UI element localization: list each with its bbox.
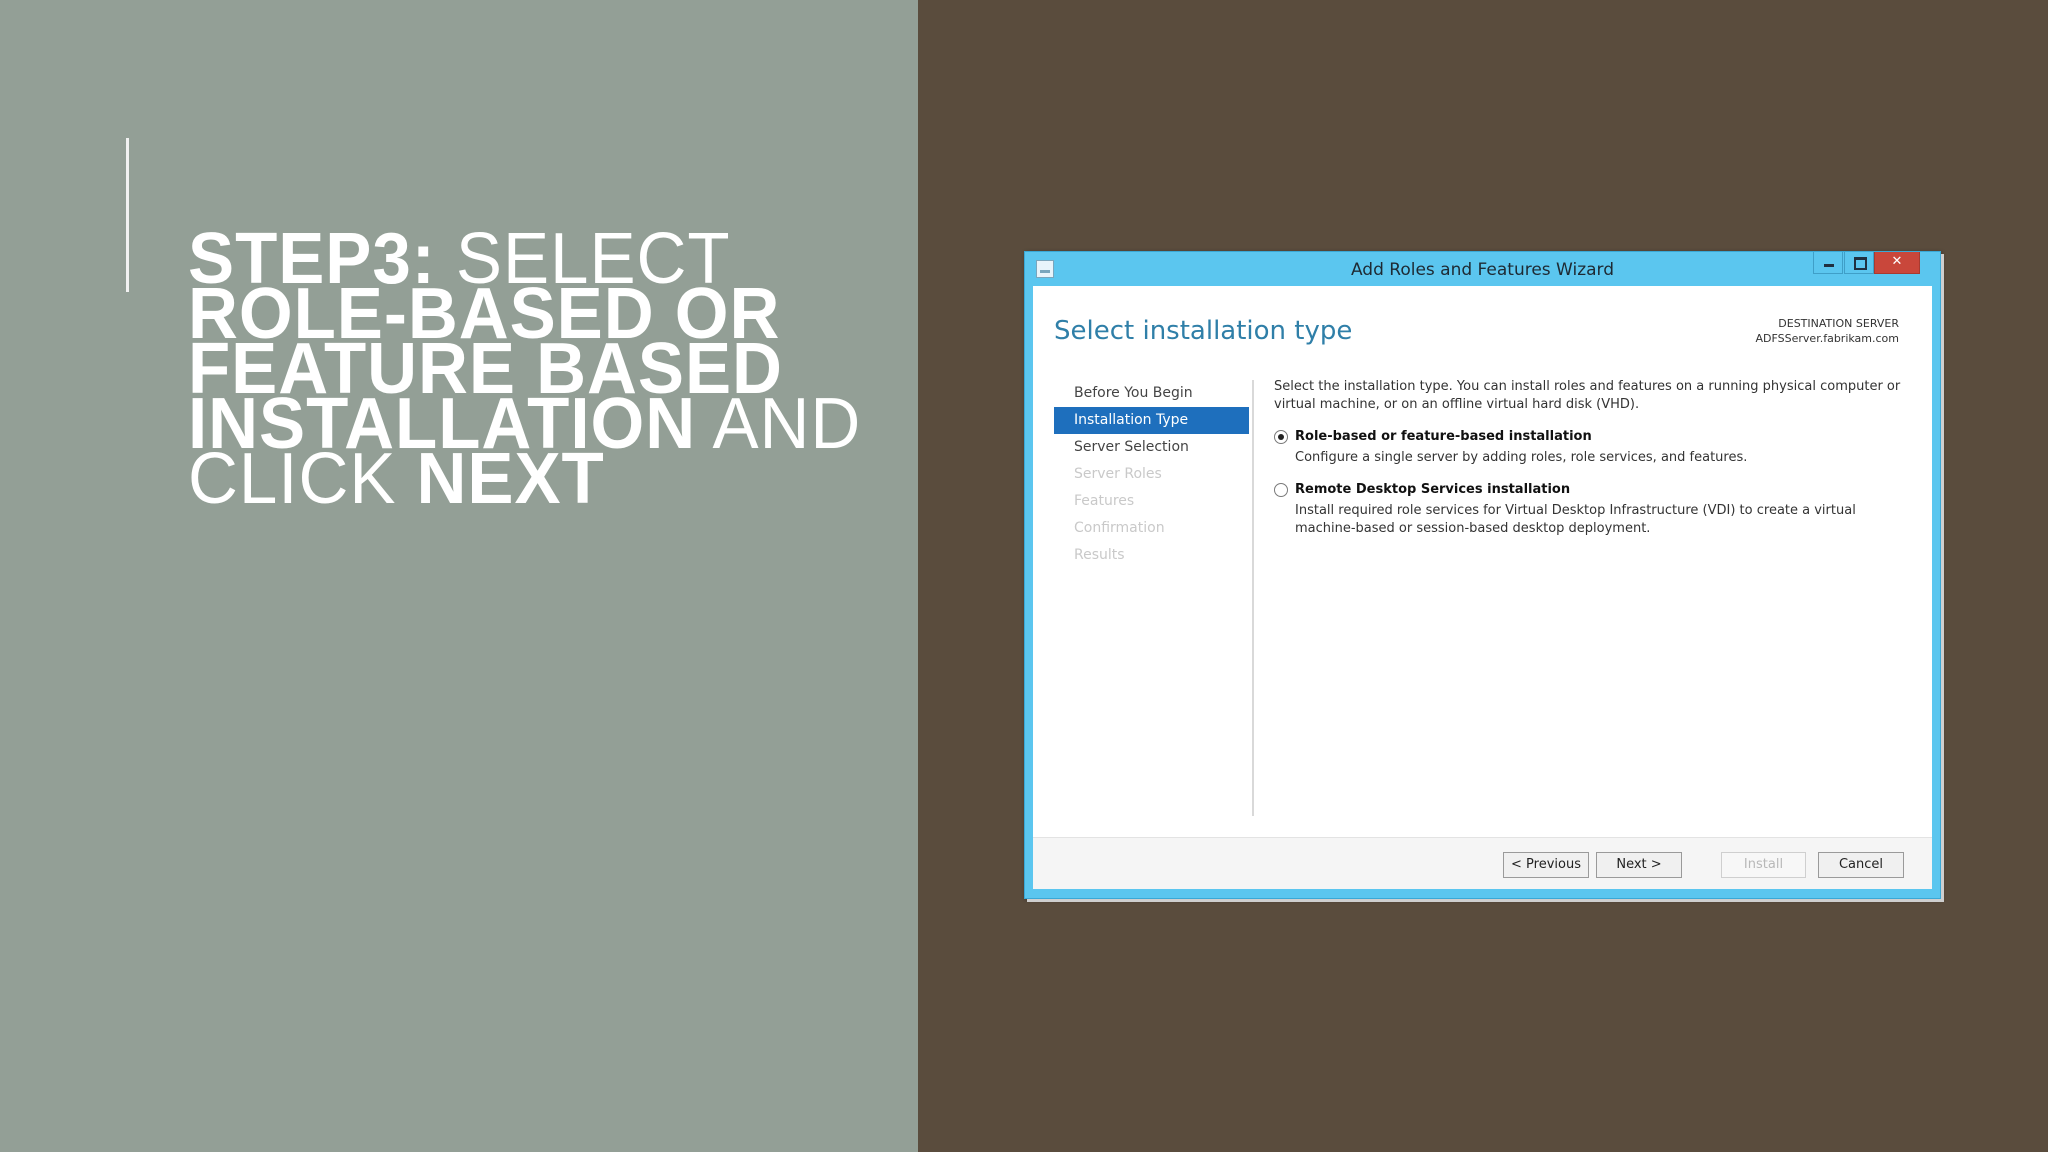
wizard-footer: < Previous Next > Install Cancel [1033,837,1932,889]
window-title: Add Roles and Features Wizard [1350,260,1615,280]
maximize-button[interactable] [1844,252,1874,274]
nav-item-server-selection[interactable]: Server Selection [1054,434,1249,461]
page-title: Select installation type [1054,316,1353,346]
intro-text: Select the installation type. You can in… [1274,379,1901,412]
nav-item-results: Results [1074,547,1125,563]
nav-item-features: Features [1074,493,1135,509]
destination-server-name: ADFSServer.fabrikam.com [1755,332,1899,345]
wizard-nav: Before You Begin Installation Type Serve… [1054,380,1249,569]
slide-title-text: AND [696,384,862,464]
wizard-window: Add Roles and Features Wizard ✕ Select i… [1024,251,1941,899]
close-icon: ✕ [1891,254,1903,269]
next-button[interactable]: Next > [1596,852,1682,878]
option-role-based[interactable]: Role-based or feature-based installation… [1274,428,1906,467]
minimize-button[interactable] [1813,252,1843,274]
install-button: Install [1721,852,1806,878]
destination-server: DESTINATION SERVER ADFSServer.fabrikam.c… [1756,316,1899,346]
cancel-button[interactable]: Cancel [1818,852,1904,878]
nav-item-server-roles: Server Roles [1074,466,1162,482]
accent-line [126,138,129,292]
radio-remote-desktop[interactable] [1274,483,1288,497]
option-title: Remote Desktop Services installation [1295,482,1571,497]
option-description: Configure a single server by adding role… [1295,450,1748,465]
nav-item-installation-type[interactable]: Installation Type [1054,407,1249,434]
option-remote-desktop[interactable]: Remote Desktop Services installation Ins… [1274,481,1906,538]
close-button[interactable]: ✕ [1874,252,1920,274]
slide-title-text: NEXT [416,439,605,519]
title-bar[interactable]: Add Roles and Features Wizard ✕ [1025,252,1940,286]
destination-server-label: DESTINATION SERVER [1778,317,1899,330]
option-description: Install required role services for Virtu… [1295,503,1856,536]
slide-title-text: CLICK [188,439,417,519]
nav-item-before-you-begin[interactable]: Before You Begin [1054,380,1249,407]
nav-divider [1252,380,1254,816]
previous-button[interactable]: < Previous [1503,852,1589,878]
option-title: Role-based or feature-based installation [1295,429,1592,444]
wizard-client-area: Select installation type DESTINATION SER… [1033,286,1932,889]
slide-title: STEP3: SELECT ROLE-BASED OR FEATURE BASED I… [188,223,862,515]
content-pane: Select the installation type. You can in… [1274,378,1906,538]
left-panel [0,0,918,1152]
nav-item-confirmation: Confirmation [1074,520,1165,536]
radio-role-based[interactable] [1274,430,1288,444]
